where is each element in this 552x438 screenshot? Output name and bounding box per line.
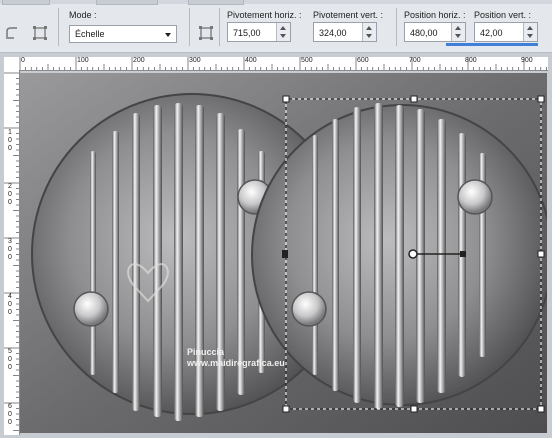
watermark-name: Pinuccia (187, 347, 225, 357)
pos-h-label: Position horiz. : (404, 10, 466, 20)
pivot-h-spinner[interactable] (276, 23, 290, 41)
pivot-h-value: 715,00 (233, 28, 261, 38)
pivot-v-label: Pivotement vert. : (313, 10, 384, 20)
separator (219, 8, 220, 46)
ruler-label: 4 0 0 (8, 293, 12, 316)
pos-v-label: Position vert. : (474, 10, 532, 20)
pos-h-field[interactable]: 480,00 (404, 22, 466, 42)
separator (396, 8, 397, 46)
watermark-url: www.maidiregrafica.eu (187, 358, 285, 368)
workspace: 0 100 200 300 400 500 600 700 800 900 1 … (0, 53, 552, 438)
ruler-label: 3 0 0 (8, 238, 12, 261)
ruler-label: 300 (189, 57, 201, 64)
horizontal-ruler[interactable]: 0 100 200 300 400 500 600 700 800 900 (19, 57, 548, 71)
ruler-label: 800 (465, 57, 477, 64)
undo-deform-icon[interactable] (4, 24, 22, 42)
ruler-label: 900 (521, 57, 533, 64)
pos-h-spinner[interactable] (451, 23, 465, 41)
pos-v-field[interactable]: 42,00 (474, 22, 538, 42)
pivot-icon[interactable] (197, 24, 215, 42)
top-strip (0, 0, 552, 4)
active-field-indicator (446, 43, 538, 46)
pos-v-spinner[interactable] (523, 23, 537, 41)
pivot-h-field[interactable]: 715,00 (227, 22, 291, 42)
ruler-label: 1 0 0 (8, 129, 12, 152)
ruler-label: 6 0 0 (8, 403, 12, 426)
mode-label: Mode : (69, 10, 97, 20)
pos-h-value: 480,00 (410, 28, 438, 38)
chevron-down-icon (165, 33, 171, 37)
ruler-label: 2 0 0 (8, 183, 12, 206)
top-strip-button[interactable] (188, 0, 244, 5)
pivot-v-spinner[interactable] (362, 23, 376, 41)
image-canvas[interactable]: Pinuccia www.maidiregrafica.eu (20, 73, 547, 433)
mode-select[interactable]: Échelle (69, 25, 177, 43)
ruler-corner (4, 57, 19, 70)
transform-icon[interactable] (31, 24, 49, 42)
ruler-label: 700 (409, 57, 421, 64)
separator (189, 8, 190, 46)
vertical-ruler[interactable]: 1 0 0 2 0 0 3 0 0 4 0 0 5 0 0 6 0 0 (4, 70, 20, 435)
top-strip-button[interactable] (96, 0, 158, 5)
pivot-v-value: 324,00 (319, 28, 347, 38)
ruler-label: 200 (133, 57, 145, 64)
ruler-label: 400 (245, 57, 257, 64)
mode-select-value: Échelle (75, 29, 105, 39)
tool-options-bar: Mode : Échelle Pivotement horiz. : 715,0… (0, 0, 552, 53)
pivot-h-label: Pivotement horiz. : (227, 10, 302, 20)
canvas-artwork (20, 73, 547, 433)
ruler-label: 600 (357, 57, 369, 64)
separator (58, 8, 59, 46)
ruler-label: 500 (301, 57, 313, 64)
top-strip-button[interactable] (2, 0, 50, 5)
pos-v-value: 42,00 (480, 28, 503, 38)
ruler-label: 0 (21, 57, 25, 64)
ruler-label: 100 (77, 57, 89, 64)
ruler-label: 5 0 0 (8, 348, 12, 371)
pivot-v-field[interactable]: 324,00 (313, 22, 377, 42)
